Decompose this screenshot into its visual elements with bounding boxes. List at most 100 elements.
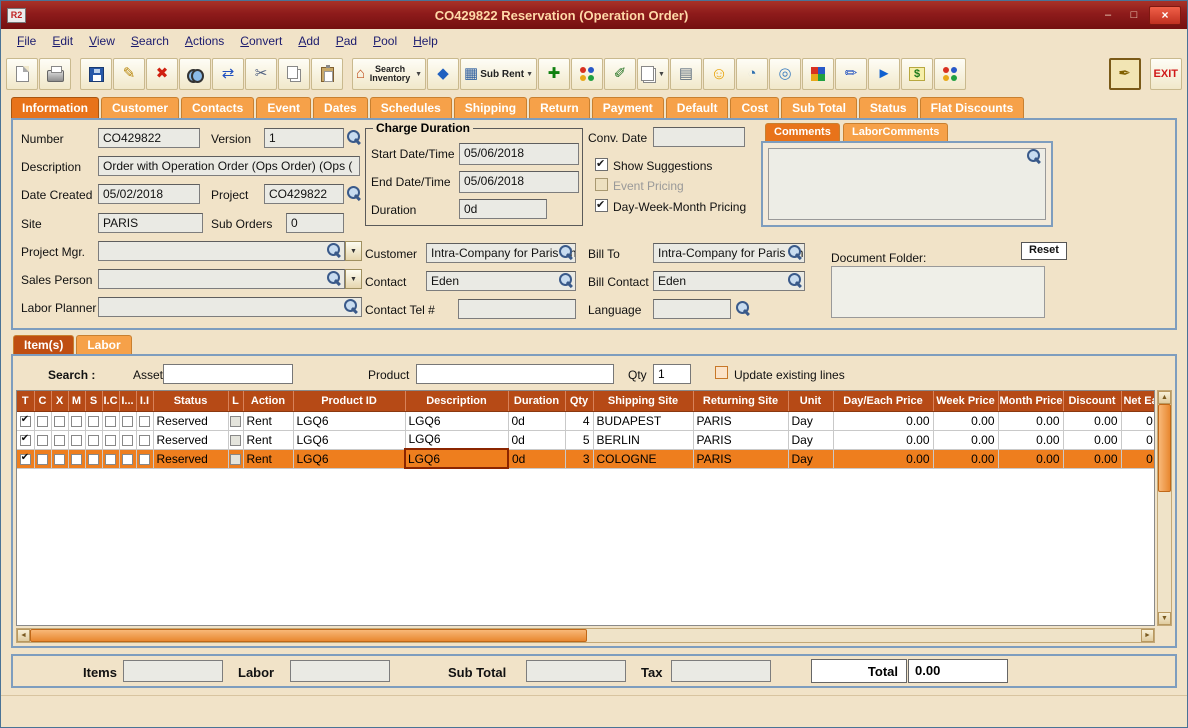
menu-actions[interactable]: Actions [177,31,232,51]
start-datetime-field[interactable]: 05/06/2018 [459,143,579,165]
row-flag-checkbox[interactable] [88,454,99,465]
event-pricing-checkbox[interactable] [595,178,608,191]
tab-event[interactable]: Event [256,97,311,118]
col-s[interactable]: S [85,391,102,411]
row-flag-checkbox[interactable] [71,416,82,427]
menu-convert[interactable]: Convert [232,31,290,51]
scroll-right-icon[interactable]: ► [1141,629,1154,642]
document-folder-area[interactable] [831,266,1045,318]
chevron-down-icon[interactable]: ▼ [658,71,665,78]
search-inventory-button[interactable]: ⌂ Search Inventory ▼ [352,58,426,90]
row-l-checkbox[interactable] [230,435,241,446]
update-existing-lines-checkbox[interactable] [715,366,728,379]
scroll-left-icon[interactable]: ◄ [17,629,30,642]
row-select-checkbox[interactable] [20,416,31,427]
col-duration[interactable]: Duration [508,391,565,411]
project-mgr-field[interactable] [98,241,345,261]
table-row[interactable]: Reserved Rent LGQ6 LGQ6 0d 5 BERLIN PARI… [17,430,1155,449]
col-ip[interactable]: I... [119,391,136,411]
sales-person-field[interactable] [98,269,345,289]
date-created-field[interactable]: 05/02/2018 [98,184,200,204]
row-flag-checkbox[interactable] [139,435,150,446]
menu-add[interactable]: Add [290,31,327,51]
language-field[interactable] [653,299,731,319]
note-button[interactable]: ✐ [604,58,636,90]
tab-shipping[interactable]: Shipping [454,97,527,118]
copy-button[interactable] [278,58,310,90]
contact-tel-field[interactable] [458,299,576,319]
exit-button[interactable]: EXIT [1150,58,1182,90]
row-flag-checkbox[interactable] [122,454,133,465]
horizontal-scroll-thumb[interactable] [30,629,587,642]
project-field[interactable]: CO429822 [264,184,344,204]
horizontal-scroll-track[interactable] [587,629,1141,642]
col-x[interactable]: X [51,391,68,411]
show-suggestions-checkbox[interactable] [595,158,608,171]
col-product-id[interactable]: Product ID [293,391,405,411]
cut-button[interactable]: ✂ [245,58,277,90]
menu-help[interactable]: Help [405,31,446,51]
row-select-checkbox[interactable] [20,435,31,446]
row-flag-checkbox[interactable] [37,416,48,427]
col-c[interactable]: C [34,391,51,411]
col-returning-site[interactable]: Returning Site [693,391,788,411]
col-net-each[interactable]: Net Each [1121,391,1155,411]
wand-button[interactable]: ✒ [1109,58,1141,90]
tab-flat-discounts[interactable]: Flat Discounts [920,97,1025,118]
conv-date-field[interactable] [653,127,745,147]
menu-search[interactable]: Search [123,31,177,51]
key-button[interactable]: ► [868,58,900,90]
row-flag-checkbox[interactable] [139,454,150,465]
tab-dates[interactable]: Dates [313,97,368,118]
tab-status[interactable]: Status [859,97,918,118]
tab-sub-total[interactable]: Sub Total [781,97,857,118]
day-week-month-pricing-checkbox[interactable] [595,199,608,212]
time-button[interactable]: ◔ [736,58,768,90]
menu-pool[interactable]: Pool [365,31,405,51]
bill-to-search-icon[interactable] [788,245,803,260]
row-flag-checkbox[interactable] [122,416,133,427]
vertical-scrollbar[interactable]: ▲ ▼ [1157,390,1172,626]
bill-contact-field[interactable]: Eden [653,271,805,291]
site-field[interactable]: PARIS [98,213,203,233]
project-mgr-dropdown-button[interactable]: ▼ [345,241,362,261]
convert-button[interactable]: ⇄ [212,58,244,90]
qty-input[interactable]: 1 [653,364,691,384]
tab-return[interactable]: Return [529,97,590,118]
maximize-button[interactable]: □ [1123,7,1145,24]
pour-button[interactable]: ◆ [427,58,459,90]
asset-search-input[interactable] [163,364,293,384]
edit-document-button[interactable]: ✏ [835,58,867,90]
col-description[interactable]: Description [405,391,508,411]
row-flag-checkbox[interactable] [88,435,99,446]
tab-comments[interactable]: Comments [765,123,840,141]
row-flag-checkbox[interactable] [71,435,82,446]
row-flag-checkbox[interactable] [54,435,65,446]
bill-contact-search-icon[interactable] [788,273,803,288]
close-button[interactable]: × [1149,6,1181,25]
sub-orders-field[interactable]: 0 [286,213,344,233]
col-week-price[interactable]: Week Price [933,391,998,411]
row-flag-checkbox[interactable] [105,435,116,446]
row-l-checkbox[interactable] [230,416,241,427]
col-unit[interactable]: Unit [788,391,833,411]
print-button[interactable] [39,58,71,90]
row-flag-checkbox[interactable] [71,454,82,465]
col-shipping-site[interactable]: Shipping Site [593,391,693,411]
row-flag-checkbox[interactable] [139,416,150,427]
chevron-down-icon[interactable]: ▼ [526,71,533,78]
reset-button[interactable]: Reset [1021,242,1067,260]
contact-search-icon[interactable] [559,273,574,288]
paste-button[interactable] [311,58,343,90]
duration-field[interactable]: 0d [459,199,547,219]
menu-pad[interactable]: Pad [328,31,365,51]
pad-button[interactable]: ▼ [637,58,669,90]
col-action[interactable]: Action [243,391,293,411]
site-button[interactable]: ▤ [670,58,702,90]
number-field[interactable]: CO429822 [98,128,200,148]
tab-schedules[interactable]: Schedules [370,97,452,118]
sales-person-search-icon[interactable] [327,271,342,286]
add-line-button[interactable]: ✚ [538,58,570,90]
chevron-down-icon[interactable]: ▼ [415,71,422,78]
col-t[interactable]: T [17,391,34,411]
